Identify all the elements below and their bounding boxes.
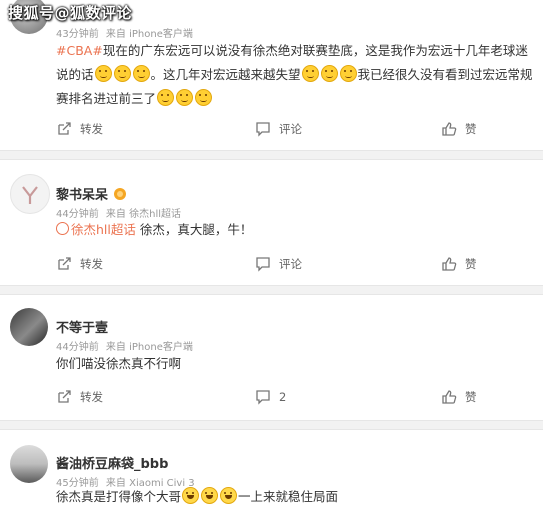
smile-emoji-icon [157,89,175,106]
comment-button[interactable]: 评论 [255,255,302,273]
thumbs-up-icon [442,390,457,404]
share-label: 转发 [80,390,103,404]
user-name[interactable]: 酱油桥豆麻袋_bbb [56,453,168,472]
comment-label: 评论 [279,257,302,271]
post-content: 你们喵没徐杰真不行啊 [56,352,534,376]
share-icon [58,257,71,270]
comment-icon [256,257,270,272]
avatar[interactable] [10,445,48,483]
action-bar: 转发 评论 赞 [0,120,543,138]
smile-emoji-icon [176,89,194,106]
topic-icon [56,222,69,235]
post-meta: 43分钟前 来自 iPhone客户端 [56,25,197,40]
divider [0,285,543,295]
laugh-cry-emoji-icon [182,487,200,504]
thumbs-up-icon [442,122,457,136]
share-icon [58,390,71,403]
like-button[interactable]: 赞 [441,120,477,138]
y-logo-icon [22,186,38,204]
smile-emoji-icon [113,65,131,82]
avatar[interactable] [10,174,50,214]
post-text: 徐杰，真大腿，牛！ [135,222,253,237]
like-button[interactable]: 赞 [441,388,477,406]
post-text: 徐杰真是打得像个大哥 [56,489,182,504]
post-3: 不等于壹 44分钟前 来自 iPhone客户端 你们喵没徐杰真不行啊 转发 2 … [0,295,543,420]
smile-emoji-icon [301,65,319,82]
like-label: 赞 [465,122,477,136]
comment-button[interactable]: 2 [255,388,286,406]
like-button[interactable]: 赞 [441,255,477,273]
share-button[interactable]: 转发 [56,388,103,406]
user-name[interactable]: 不等于壹 [56,317,108,336]
share-button[interactable]: 转发 [56,255,103,273]
avatar[interactable] [10,308,48,346]
topic-label: 徐杰hll超话 [71,222,136,237]
comment-count: 2 [279,390,287,404]
post-content: 徐杰真是打得像个大哥 一上来就稳住局面 [56,485,534,509]
share-label: 转发 [80,257,103,271]
post-text: 。这几年对宏远越来越失望 [150,67,301,82]
comment-label: 评论 [279,122,302,136]
smile-emoji-icon [94,65,112,82]
thumbs-up-icon [442,257,457,271]
share-icon [58,122,71,135]
smile-emoji-icon [320,65,338,82]
laugh-cry-emoji-icon [220,487,238,504]
topic-link[interactable]: 徐杰hll超话 [56,222,136,237]
smile-emoji-icon [195,89,213,106]
like-label: 赞 [465,257,477,271]
post-content: 徐杰hll超话 徐杰，真大腿，牛！ [56,218,534,242]
smile-emoji-icon [132,65,150,82]
post-2: 黎书呆呆 44分钟前 来自 徐杰hll超话 徐杰hll超话 徐杰，真大腿，牛！ … [0,160,543,285]
comment-button[interactable]: 评论 [255,120,302,138]
laugh-cry-emoji-icon [201,487,219,504]
share-button[interactable]: 转发 [56,120,103,138]
post-text: 你们喵没徐杰真不行啊 [56,356,182,371]
share-label: 转发 [80,122,103,136]
post-text: 一上来就稳住局面 [238,489,339,504]
user-name[interactable]: 黎书呆呆 [56,184,127,203]
user-name-text: 黎书呆呆 [56,188,109,203]
comment-icon [256,122,270,137]
post-meta: 44分钟前 来自 iPhone客户端 [56,338,197,353]
hashtag-link[interactable]: #CBA# [56,43,103,58]
divider [0,420,543,430]
like-label: 赞 [465,390,477,404]
smile-emoji-icon [339,65,357,82]
action-bar: 转发 2 赞 [0,388,543,406]
post-content: #CBA#现在的广东宏远可以说没有徐杰绝对联赛垫底，这是我作为宏远十几年老球迷说… [56,39,534,111]
watermark: 搜狐号@狐数评论 [8,4,133,22]
post-4: 酱油桥豆麻袋_bbb 45分钟前 来自 Xiaomi Civi 3 徐杰真是打得… [0,430,543,512]
divider [0,150,543,160]
verified-badge-icon [114,188,127,200]
comment-icon [256,390,270,405]
action-bar: 转发 评论 赞 [0,255,543,273]
